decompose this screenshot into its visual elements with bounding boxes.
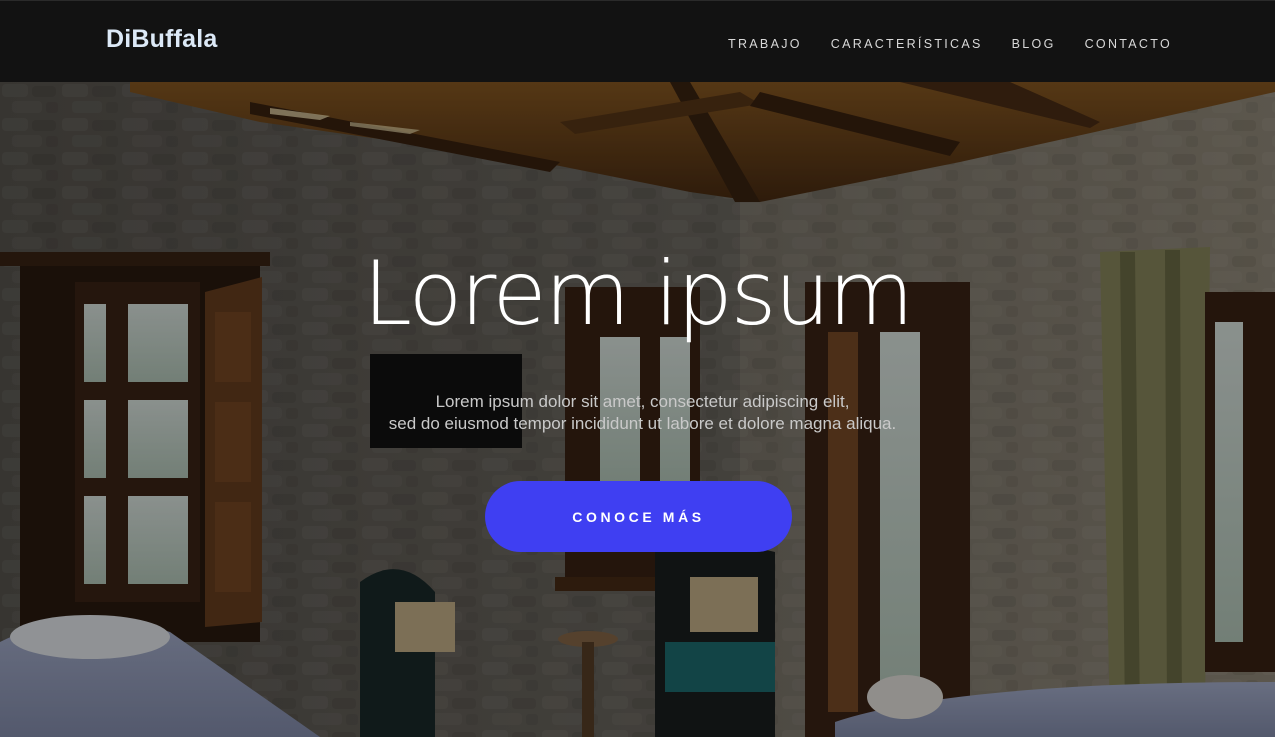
learn-more-button[interactable]: CONOCE MÁS: [485, 481, 792, 552]
hero-section: Lorem ipsum Lorem ipsum dolor sit amet, …: [0, 82, 1275, 737]
nav-link-contacto[interactable]: CONTACTO: [1085, 37, 1172, 51]
nav-item-contacto: CONTACTO: [1085, 35, 1172, 53]
brand-logo[interactable]: DiBuffala: [106, 25, 218, 54]
hero-subtitle-line-1: Lorem ipsum dolor sit amet, consectetur …: [435, 392, 850, 411]
navbar: DiBuffala TRABAJO CARACTERÍSTICAS BLOG C…: [0, 0, 1275, 82]
nav-link-caracteristicas[interactable]: CARACTERÍSTICAS: [831, 37, 983, 51]
nav-item-caracteristicas: CARACTERÍSTICAS: [831, 35, 983, 53]
hero-title: Lorem ipsum: [362, 242, 914, 345]
nav-link-trabajo[interactable]: TRABAJO: [728, 37, 802, 51]
nav-link-blog[interactable]: BLOG: [1012, 37, 1056, 51]
nav-item-trabajo: TRABAJO: [728, 35, 802, 53]
nav-item-blog: BLOG: [1012, 35, 1056, 53]
hero-subtitle: Lorem ipsum dolor sit amet, consectetur …: [0, 391, 1275, 435]
main-nav: TRABAJO CARACTERÍSTICAS BLOG CONTACTO: [728, 35, 1172, 53]
hero-subtitle-line-2: sed do eiusmod tempor incididunt ut labo…: [388, 414, 897, 433]
